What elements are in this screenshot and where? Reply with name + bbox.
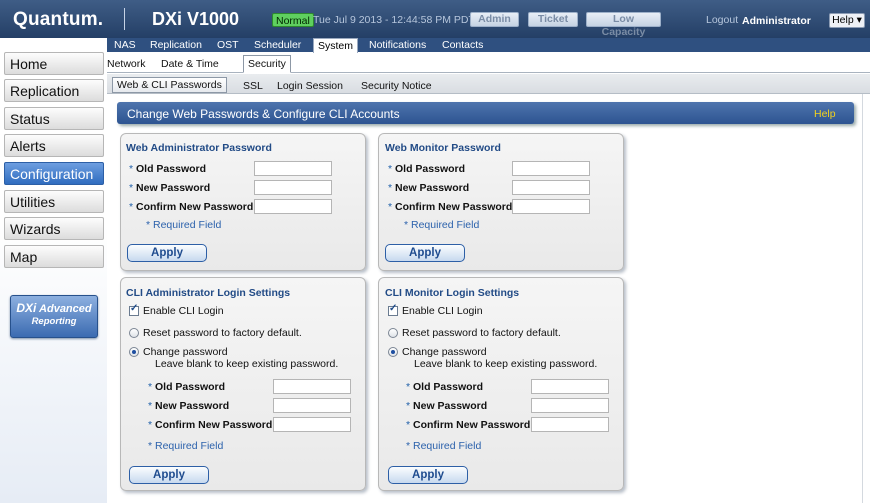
nav-status[interactable]: Status [4, 107, 104, 130]
cli-monitor-confirm-password-input[interactable] [531, 417, 609, 432]
tab-contacts[interactable]: Contacts [442, 39, 483, 52]
cli-admin-reset-radio[interactable] [129, 328, 139, 338]
tab-notifications[interactable]: Notifications [369, 39, 426, 52]
tab-ssl[interactable]: SSL [243, 80, 263, 92]
tab-security-notice[interactable]: Security Notice [361, 80, 432, 92]
cli-monitor-enable-checkbox[interactable] [388, 303, 398, 316]
badge-line2: Reporting [31, 316, 77, 327]
tab-security[interactable]: Security [243, 55, 291, 73]
cli-monitor-new-label: * New Password [406, 400, 488, 412]
cli-monitor-reset-radio[interactable] [388, 328, 398, 338]
system-datetime: Tue Jul 9 2013 - 12:44:58 PM PDT [313, 14, 475, 26]
nav-configuration[interactable]: Configuration [4, 162, 104, 185]
dxi-advanced-reporting-button[interactable]: DXi Advanced Reporting [10, 295, 98, 338]
web-monitor-old-label: * Old Password [388, 163, 466, 175]
web-monitor-old-password-input[interactable] [512, 161, 590, 176]
tab-replication[interactable]: Replication [150, 39, 202, 52]
web-admin-old-label: * Old Password [129, 163, 207, 175]
content-help-link[interactable]: Help [814, 108, 836, 120]
cli-admin-new-password-input[interactable] [273, 398, 351, 413]
cli-monitor-new-password-input[interactable] [531, 398, 609, 413]
cli-admin-enable-checkbox[interactable] [129, 303, 139, 316]
web-admin-apply-button[interactable]: Apply [127, 244, 207, 262]
cli-admin-required-note: * Required Field [148, 440, 224, 452]
tab-web-cli-passwords[interactable]: Web & CLI Passwords [112, 77, 227, 93]
web-monitor-apply-button[interactable]: Apply [385, 244, 465, 262]
cli-admin-title: CLI Administrator Login Settings [126, 287, 291, 299]
help-menu-button[interactable]: Help ▾ [829, 13, 865, 28]
cli-admin-confirm-password-input[interactable] [273, 417, 351, 432]
tab-nas[interactable]: NAS [114, 39, 136, 52]
nav-alerts[interactable]: Alerts [4, 134, 104, 157]
tab-date-time[interactable]: Date & Time [161, 58, 219, 70]
tab-ost[interactable]: OST [217, 39, 239, 52]
cli-monitor-title: CLI Monitor Login Settings [385, 287, 520, 299]
cli-monitor-change-label: Change password [402, 346, 487, 358]
web-monitor-new-password-input[interactable] [512, 180, 590, 195]
cli-monitor-required-note: * Required Field [406, 440, 482, 452]
cli-monitor-hint: Leave blank to keep existing password. [414, 358, 598, 370]
web-admin-required-note: * Required Field [146, 219, 222, 231]
web-monitor-new-label: * New Password [388, 182, 470, 194]
low-capacity-button[interactable]: Low Capacity [586, 12, 661, 38]
cli-admin-old-password-input[interactable] [273, 379, 351, 394]
cli-admin-apply-button[interactable]: Apply [129, 466, 209, 484]
cli-monitor-change-radio[interactable] [388, 347, 398, 357]
system-status-badge[interactable]: Normal [272, 13, 314, 27]
admin-button[interactable]: Admin [470, 12, 519, 27]
cli-admin-enable-label: Enable CLI Login [143, 305, 224, 317]
brand-logo: Quantum. [13, 9, 104, 30]
cli-monitor-confirm-label: * Confirm New Password [406, 419, 531, 431]
tab-login-session[interactable]: Login Session [277, 80, 343, 92]
page-title: Change Web Passwords & Configure CLI Acc… [127, 107, 400, 121]
cli-monitor-enable-label: Enable CLI Login [402, 305, 483, 317]
cli-admin-new-label: * New Password [148, 400, 230, 412]
cli-admin-reset-label: Reset password to factory default. [143, 327, 302, 339]
nav-utilities[interactable]: Utilities [4, 190, 104, 213]
nav-wizards[interactable]: Wizards [4, 217, 104, 240]
product-name: DXi V1000 [152, 9, 240, 29]
web-monitor-confirm-label: * Confirm New Password [388, 201, 513, 213]
tab-scheduler[interactable]: Scheduler [254, 39, 301, 52]
web-admin-old-password-input[interactable] [254, 161, 332, 176]
web-admin-confirm-label: * Confirm New Password [129, 201, 254, 213]
nav-home[interactable]: Home [4, 52, 104, 75]
logout-link[interactable]: Logout [706, 14, 738, 26]
cli-monitor-old-password-input[interactable] [531, 379, 609, 394]
header-divider [124, 8, 125, 30]
web-monitor-title: Web Monitor Password [385, 142, 501, 154]
web-admin-new-label: * New Password [129, 182, 211, 194]
cli-monitor-apply-button[interactable]: Apply [388, 466, 468, 484]
tabs-level2 [107, 53, 870, 73]
content-divider [862, 94, 863, 503]
web-admin-title: Web Administrator Password [126, 142, 272, 154]
cli-admin-old-label: * Old Password [148, 381, 226, 393]
cli-admin-change-radio[interactable] [129, 347, 139, 357]
web-monitor-required-note: * Required Field [404, 219, 480, 231]
current-user: Administrator [742, 15, 811, 27]
ticket-button[interactable]: Ticket [528, 12, 578, 27]
web-monitor-confirm-password-input[interactable] [512, 199, 590, 214]
nav-map[interactable]: Map [4, 245, 104, 268]
nav-replication[interactable]: Replication [4, 79, 104, 102]
cli-monitor-old-label: * Old Password [406, 381, 484, 393]
web-admin-confirm-password-input[interactable] [254, 199, 332, 214]
tab-network[interactable]: Network [107, 58, 146, 70]
cli-admin-hint: Leave blank to keep existing password. [155, 358, 339, 370]
tab-system[interactable]: System [313, 38, 359, 53]
badge-line1: DXi Advanced [16, 301, 92, 315]
cli-monitor-reset-label: Reset password to factory default. [402, 327, 561, 339]
web-admin-new-password-input[interactable] [254, 180, 332, 195]
cli-admin-change-label: Change password [143, 346, 228, 358]
cli-admin-confirm-label: * Confirm New Password [148, 419, 273, 431]
